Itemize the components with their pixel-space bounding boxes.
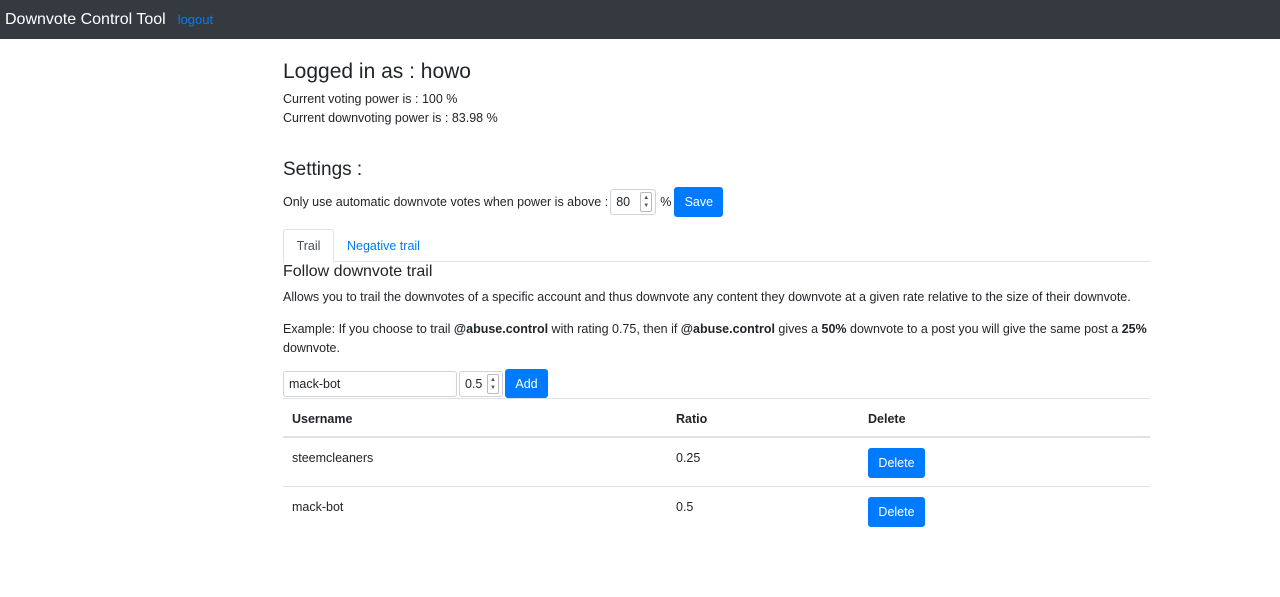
- ratio-input[interactable]: 0.5 ▲ ▼: [459, 370, 503, 397]
- tab-bar: Trail Negative trail: [283, 229, 1150, 263]
- power-threshold-input[interactable]: 80 ▲ ▼: [610, 189, 657, 215]
- threshold-label: Only use automatic downvote votes when p…: [283, 195, 609, 209]
- logout-link[interactable]: logout: [178, 12, 213, 27]
- navbar: Downvote Control Tool logout: [0, 0, 1280, 39]
- logged-in-heading: Logged in as : howo: [283, 60, 471, 83]
- downvoting-power-text: Current downvoting power is : 83.98 %: [283, 111, 498, 125]
- table-row: mack-bot 0.5 Delete: [283, 487, 1150, 536]
- example-text-5: downvote.: [283, 341, 340, 355]
- percent-sign: %: [660, 195, 672, 209]
- voting-power-text: Current voting power is : 100 %: [283, 92, 458, 106]
- row-ratio: 0.25: [676, 451, 701, 465]
- header-ratio: Ratio: [676, 412, 708, 426]
- example-percent-2: 25%: [1121, 322, 1147, 336]
- example-text-3: gives a: [774, 322, 822, 336]
- row-ratio: 0.5: [676, 500, 694, 514]
- trail-description: Allows you to trail the downvotes of a s…: [283, 290, 1131, 304]
- power-threshold-value: 80: [616, 195, 631, 209]
- delete-button[interactable]: Delete: [868, 497, 925, 527]
- row-username: mack-bot: [292, 500, 344, 514]
- table-row: steemcleaners 0.25 Delete: [283, 438, 1150, 487]
- spinner-icon[interactable]: ▲ ▼: [640, 192, 653, 212]
- delete-button[interactable]: Delete: [868, 448, 925, 478]
- tab-trail[interactable]: Trail: [283, 229, 334, 263]
- tab-negative-trail[interactable]: Negative trail: [347, 229, 420, 262]
- header-delete: Delete: [868, 412, 906, 426]
- table-header: Username Ratio Delete: [283, 399, 1150, 438]
- example-account-1: @abuse.control: [453, 322, 549, 336]
- add-button[interactable]: Add: [505, 369, 548, 398]
- add-trail-row: mack-bot 0.5 ▲ ▼ Add: [283, 369, 548, 398]
- username-input[interactable]: mack-bot: [283, 370, 457, 397]
- example-text-1: Example: If you choose to trail: [283, 322, 454, 336]
- example-text-2: with rating 0.75, then if: [548, 322, 681, 336]
- settings-heading: Settings :: [283, 159, 363, 180]
- trail-heading: Follow downvote trail: [283, 263, 433, 280]
- ratio-value: 0.5: [465, 376, 483, 391]
- trail-table: Username Ratio Delete steemcleaners 0.25…: [283, 398, 1150, 536]
- example-text-4: downvote to a post you will give the sam…: [846, 322, 1122, 336]
- header-username: Username: [292, 412, 353, 426]
- trail-example: Example: If you choose to trail @abuse.c…: [283, 320, 1150, 358]
- example-percent-1: 50%: [821, 322, 847, 336]
- settings-row: Only use automatic downvote votes when p…: [283, 187, 724, 217]
- brand-title[interactable]: Downvote Control Tool: [5, 11, 166, 28]
- example-account-2: @abuse.control: [680, 322, 775, 336]
- row-username: steemcleaners: [292, 451, 374, 465]
- save-button[interactable]: Save: [674, 187, 724, 217]
- spinner-icon[interactable]: ▲ ▼: [487, 373, 499, 394]
